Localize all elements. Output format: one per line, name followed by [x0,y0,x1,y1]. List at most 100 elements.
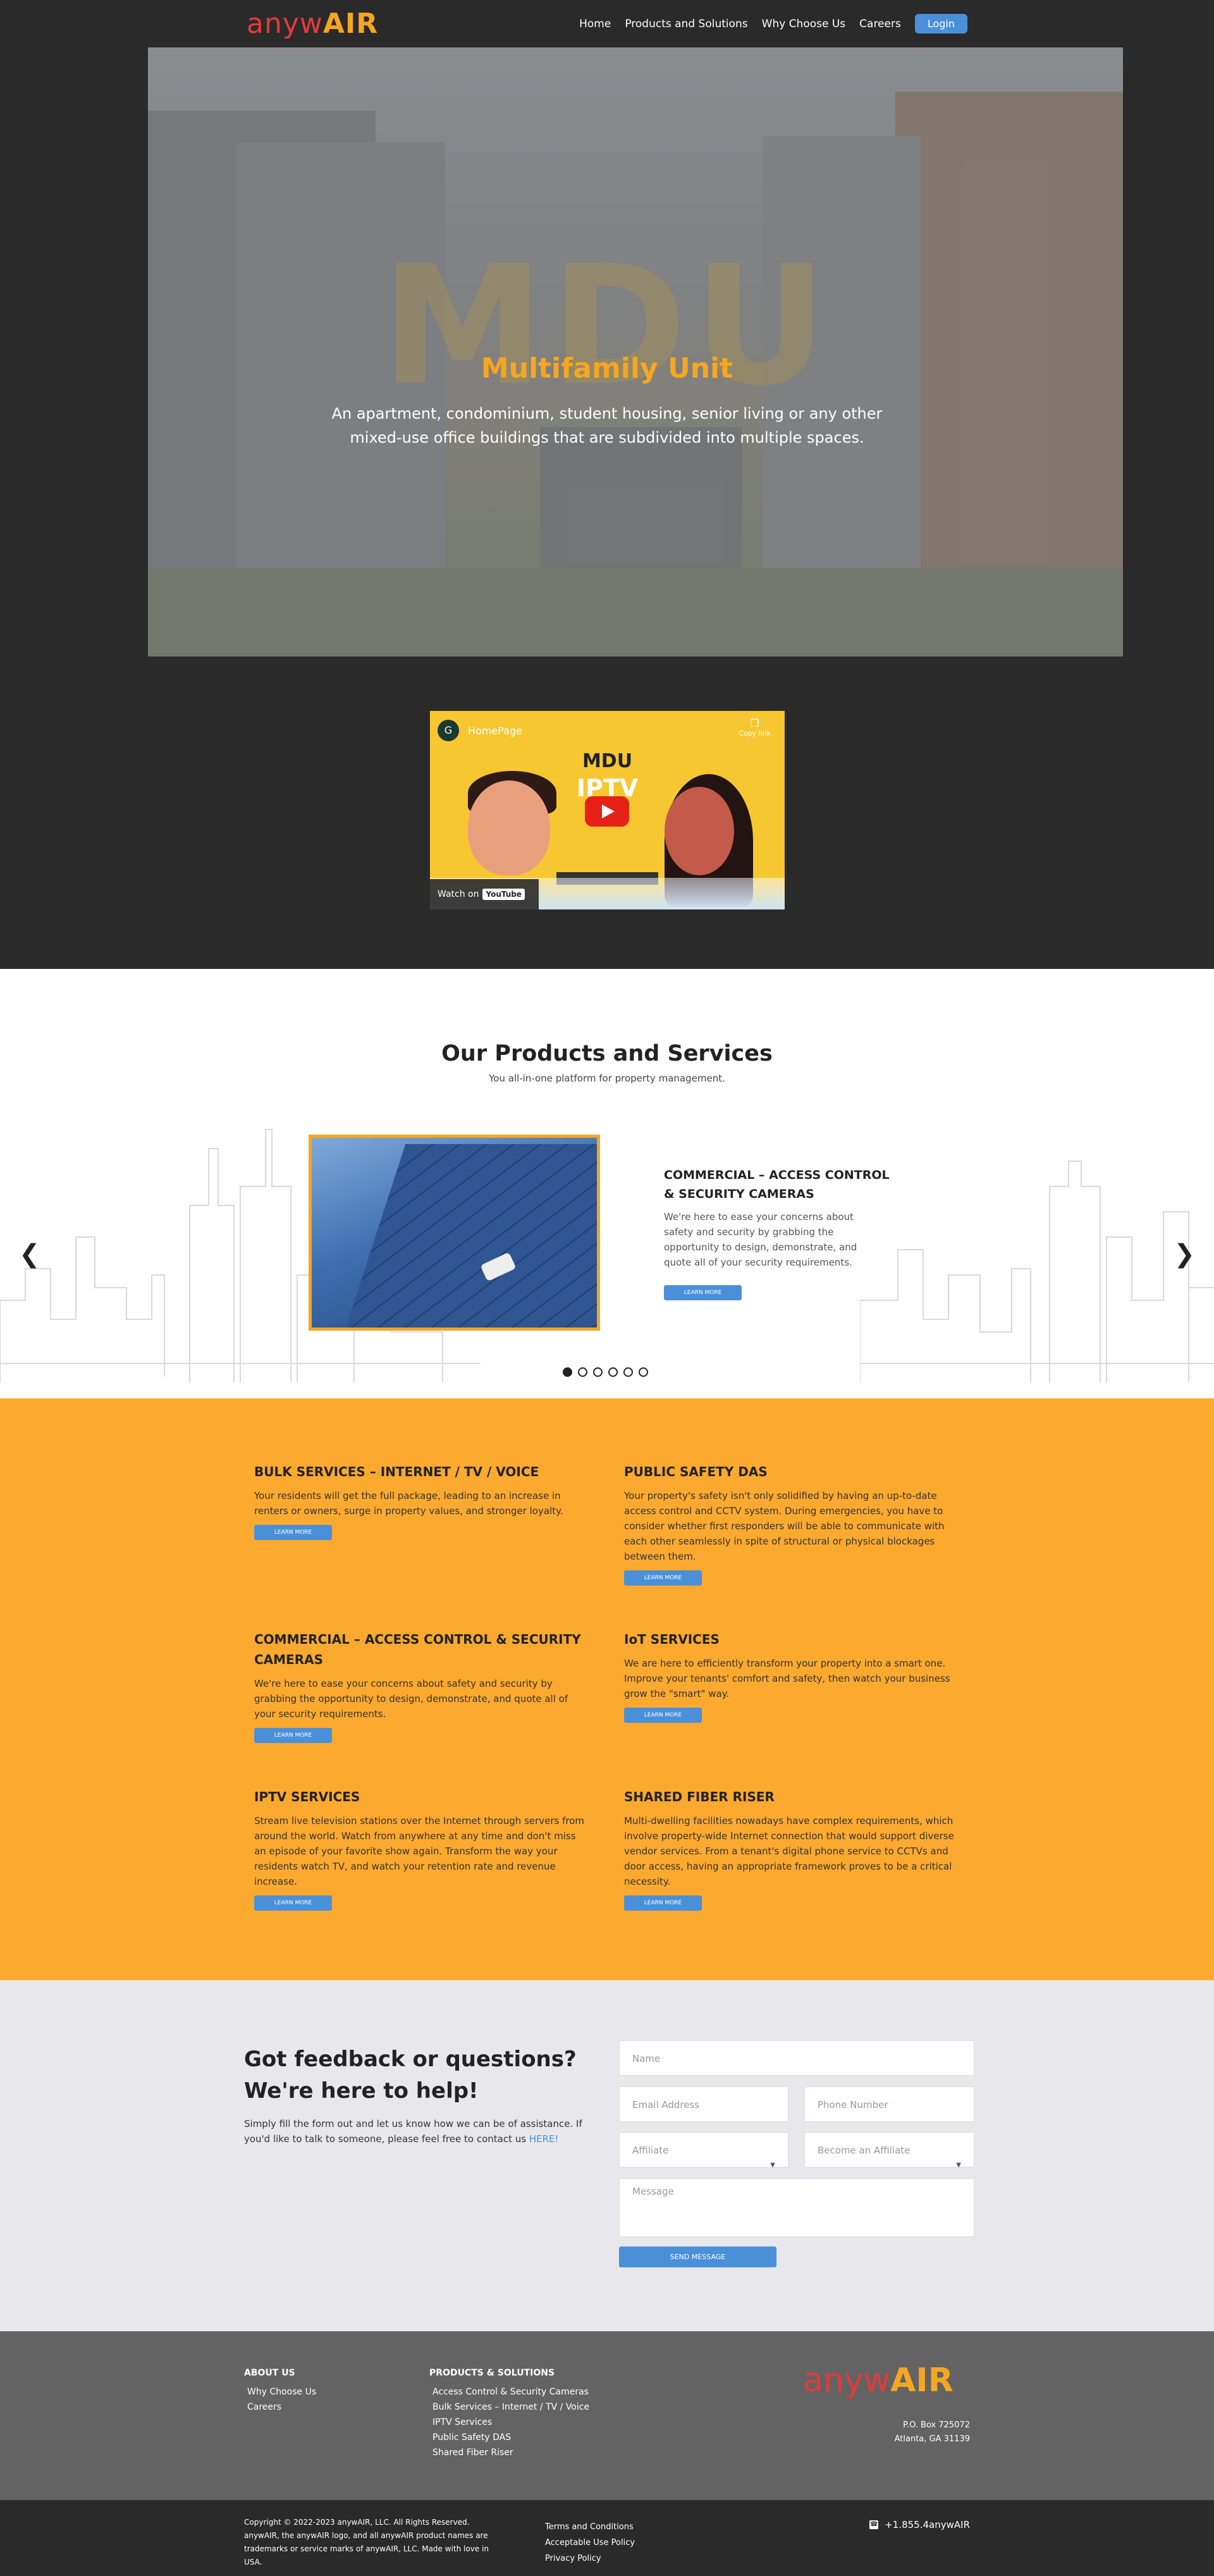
email-field[interactable]: Email Address [619,2086,788,2122]
service-learn-more-button[interactable]: LEARN MORE [624,1570,702,1586]
carousel-prev-icon[interactable]: ❮ [19,1240,40,1269]
phone-number: +1.855.4anywAIR [885,2519,970,2530]
channel-avatar[interactable]: G [438,720,459,741]
nav-home[interactable]: Home [579,18,611,30]
copy-link-button[interactable]: ❐ Copy link [739,717,771,737]
nav-careers[interactable]: Careers [859,18,901,30]
login-button[interactable]: Login [914,14,967,34]
privacy-policy-link[interactable]: Privacy Policy [545,2551,635,2567]
footer-link-public-safety-das[interactable]: Public Safety DAS [429,2430,589,2445]
footer-link-fiber-riser[interactable]: Shared Fiber Riser [429,2445,589,2460]
carousel-dot-6[interactable] [639,1367,648,1377]
bottom-bar: Copyright © 2022-2023 anywAIR, LLC. All … [0,2500,1214,2576]
service-title: PUBLIC SAFETY DAS [624,1464,768,1479]
service-text: We're here to ease your concerns about s… [254,1678,568,1720]
main-nav: Home Products and Solutions Why Choose U… [565,14,967,34]
carousel-dot-3[interactable] [593,1367,603,1377]
phone-field[interactable]: Phone Number [804,2086,974,2122]
service-learn-more-button[interactable]: LEARN MORE [624,1895,702,1911]
play-button[interactable] [585,796,629,827]
contact-here-link[interactable]: HERE! [529,2133,559,2145]
address-line1: P.O. Box 725072 [903,2420,970,2430]
carousel-dot-2[interactable] [578,1367,587,1377]
footer-link-access-control[interactable]: Access Control & Security Cameras [429,2384,589,2400]
footer-products-title: PRODUCTS & SOLUTIONS [429,2368,555,2378]
slide-learn-more-button[interactable]: LEARN MORE [664,1285,742,1300]
service-title: BULK SERVICES – INTERNET / TV / VOICE [254,1464,539,1479]
terms-link[interactable]: Terms and Conditions [545,2519,635,2535]
service-public-safety-das: PUBLIC SAFETY DAS Your property's safety… [624,1462,959,1586]
service-text: Stream live television stations over the… [254,1815,585,1887]
address-line2: Atlanta, GA 31139 [894,2434,970,2444]
service-text: We are here to efficiently transform you… [624,1658,950,1699]
contact-heading-line2: We're here to help! [244,2078,479,2104]
contact-heading-line1: Got feedback or questions? [244,2047,577,2072]
name-field[interactable]: Name [619,2040,974,2076]
copyright-text: Copyright © 2022-2023 anywAIR, LLC. All … [244,2518,489,2567]
service-text: Your residents will get the full package… [254,1490,563,1517]
carousel-dot-4[interactable] [608,1367,618,1377]
acceptable-use-link[interactable]: Acceptable Use Policy [545,2535,635,2551]
footer-link-bulk-services[interactable]: Bulk Services – Internet / TV / Voice [429,2400,589,2415]
carousel-dot-5[interactable] [623,1367,633,1377]
service-text: Multi-dwelling facilities nowadays have … [624,1815,954,1887]
youtube-logo: YouTube [482,889,525,900]
footer-logo-prefix: anyw [803,2362,891,2400]
service-learn-more-button[interactable]: LEARN MORE [624,1708,702,1723]
service-title: IPTV SERVICES [254,1789,360,1804]
site-footer: ABOUT US Why Choose Us Careers PRODUCTS … [0,2331,1214,2500]
service-learn-more-button[interactable]: LEARN MORE [254,1525,332,1540]
footer-address: P.O. Box 725072 Atlanta, GA 31139 [895,2419,970,2446]
footer-logo[interactable]: anywAIR [803,2362,953,2400]
hero-subtitle: An apartment, condominium, student housi… [331,405,883,447]
service-title: COMMERCIAL – ACCESS CONTROL & SECURITY C… [254,1632,581,1667]
become-affiliate-select[interactable]: Become an Affiliate ▼ [804,2132,974,2169]
glass-facade [319,1144,597,1328]
hero-title: Multifamily Unit [481,352,733,385]
service-iptv: IPTV SERVICES Stream live television sta… [254,1787,589,1911]
service-fiber-riser: SHARED FIBER RISER Multi-dwelling facili… [624,1787,959,1911]
footer-logo-suffix: AIR [890,2362,953,2400]
carousel-next-icon[interactable]: ❯ [1174,1240,1195,1269]
video-title[interactable]: HomePage [468,725,522,737]
site-header: anyw AIR Home Products and Solutions Why … [0,0,1214,47]
brand-logo[interactable]: anyw AIR [247,5,378,42]
service-learn-more-button[interactable]: LEARN MORE [254,1895,332,1911]
footer-link-careers[interactable]: Careers [244,2400,316,2415]
footer-link-why-choose-us[interactable]: Why Choose Us [244,2384,316,2400]
city-skyline-right [860,1161,1214,1383]
products-subtitle: You all-in-one platform for property man… [489,1073,725,1084]
become-affiliate-select-value: Become an Affiliate [818,2145,910,2156]
send-message-button[interactable]: SEND MESSAGE [619,2246,776,2267]
service-access-control: COMMERCIAL – ACCESS CONTROL & SECURITY C… [254,1629,589,1743]
watch-on-label: Watch on [438,889,479,899]
carousel-dot-1[interactable] [563,1367,572,1377]
nav-products-solutions[interactable]: Products and Solutions [625,18,747,30]
phone-icon: ☎ [869,2520,879,2529]
affiliate-select[interactable]: Affiliate ▼ [619,2132,788,2169]
phone-contact[interactable]: ☎ +1.855.4anywAIR [869,2519,970,2530]
youtube-video-embed[interactable]: G HomePage ❐ Copy link MDU IPTV Watch on Y… [430,711,785,909]
footer-about-column: ABOUT US Why Choose Us Careers [244,2368,316,2415]
copy-link-label: Copy link [739,729,771,737]
footer-link-iptv[interactable]: IPTV Services [429,2415,589,2430]
service-title: IoT SERVICES [624,1632,720,1647]
logo-suffix: AIR [322,7,379,40]
nav-why-choose-us[interactable]: Why Choose Us [762,18,846,30]
products-title: Our Products and Services [441,1041,773,1066]
service-learn-more-button[interactable]: LEARN MORE [254,1728,332,1743]
footer-products-column: PRODUCTS & SOLUTIONS Access Control & Se… [429,2368,589,2460]
affiliate-select-value: Affiliate [632,2145,669,2156]
contact-section: Got feedback or questions? We're here to … [0,1980,1214,2331]
slide-text: We're here to ease your concerns about s… [664,1211,857,1268]
service-bulk: BULK SERVICES – INTERNET / TV / VOICE Yo… [254,1462,589,1540]
carousel-dots [563,1367,648,1377]
service-iot: IoT SERVICES We are here to efficiently … [624,1629,959,1723]
message-field[interactable]: Message [619,2178,974,2237]
mdu-watermark: MDU [381,231,833,422]
video-brand-text: MDU [582,750,633,772]
logo-prefix: anyw [247,7,323,40]
service-text: Your property's safety isn't only solidi… [624,1490,945,1562]
legal-links: Terms and Conditions Acceptable Use Poli… [545,2519,635,2567]
watch-on-youtube[interactable]: Watch on YouTube [430,879,539,909]
